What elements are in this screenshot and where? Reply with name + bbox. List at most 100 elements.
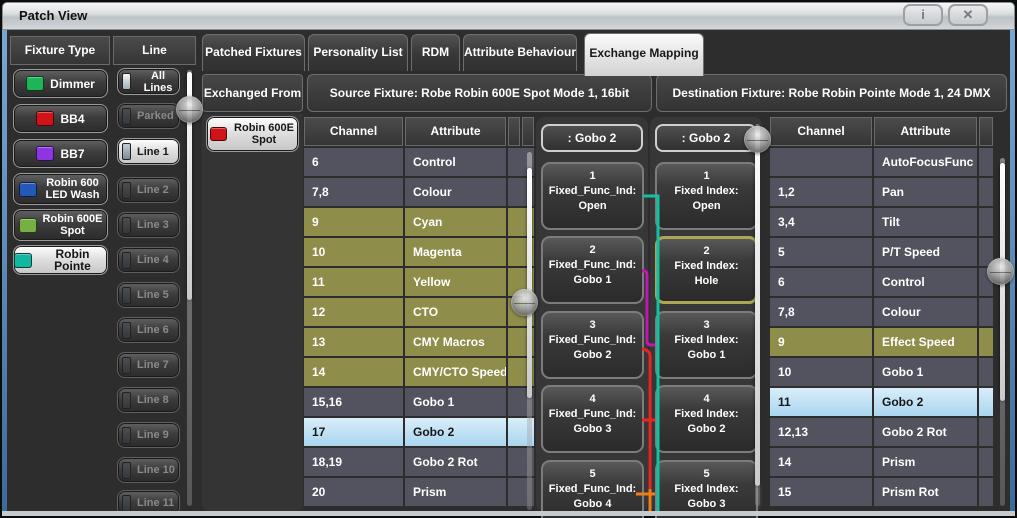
dest-table-row[interactable]: 3,4 Tilt [770,208,993,236]
line-5[interactable]: Line 5 [117,282,180,308]
exchanged-from-robin-600e-spot[interactable]: Robin 600E Spot [206,116,299,152]
source-function-item[interactable]: 1 Fixed_Func_Ind: Open [541,162,644,230]
source-function-item[interactable]: 3 Fixed_Func_Ind: Gobo 2 [541,311,644,379]
source-functions-header[interactable]: : Gobo 2 [541,124,643,152]
source-table-row[interactable]: 13 CMY Macros [304,328,534,356]
attribute-cell: Gobo 1 [405,388,506,416]
line-3[interactable]: Line 3 [117,212,180,238]
fixture-color-swatch [18,181,37,197]
fixture-type-bb4[interactable]: BB4 [13,104,108,133]
tab-rdm[interactable]: RDM [411,34,460,71]
attribute-cell: Control [874,268,977,296]
window-frame-left [2,30,7,511]
source-extra-header [508,117,520,146]
source-table-row[interactable]: 15,16 Gobo 1 [304,388,534,416]
dest-table-row[interactable]: 9 Effect Speed [770,328,993,356]
source-function-item[interactable]: 4 Fixed_Func_Ind: Gobo 3 [541,385,644,453]
dest-table-row[interactable]: 15 Prism Rot [770,478,993,506]
line-all-lines[interactable]: All Lines [117,68,180,95]
line-label: Line 9 [137,429,169,441]
dest-table-row[interactable]: 14 Prism [770,448,993,476]
source-table-row[interactable]: 11 Yellow [304,268,534,296]
fixture-type-dimmer[interactable]: Dimmer [13,69,108,98]
source-table-row[interactable]: 18,19 Gobo 2 Rot [304,448,534,476]
source-function-item[interactable]: 2 Fixed_Func_Ind: Gobo 1 [541,236,644,304]
function-label: Fixed_Func_Ind: [548,483,637,495]
dest-functions-header[interactable]: : Gobo 2 [655,124,757,152]
dest-table-row[interactable]: 6 Control [770,268,993,296]
fixture-type-robin-600e-spot[interactable]: Robin 600E Spot [13,209,108,241]
line-2[interactable]: Line 2 [117,177,180,203]
source-table-row[interactable]: 6 Control [304,148,534,176]
fixture-type-robin-600-led-wash[interactable]: Robin 600 LED Wash [13,173,108,205]
tab-exchange-mapping[interactable]: Exchange Mapping [584,33,704,76]
attribute-cell: Gobo 2 [874,388,977,416]
dest-function-item[interactable]: 4 Fixed Index: Gobo 2 [655,385,758,453]
source-table-row[interactable]: 7,8 Colour [304,178,534,206]
source-function-item[interactable]: 5 Fixed_Func_Ind: Gobo 4 [541,460,644,518]
tab-personality-list[interactable]: Personality List [308,34,408,71]
source-scrollbar-thumb[interactable] [527,168,532,398]
dest-functions-scrollbar-handle[interactable] [744,126,771,153]
fixture-type-bb7[interactable]: BB7 [13,139,108,168]
channel-cell: 5 [770,238,872,266]
function-number: 5 [703,468,710,480]
dest-function-item[interactable]: 5 Fixed Index: Gobo 3 [655,460,758,518]
line-10[interactable]: Line 10 [117,457,180,483]
dest-table-row[interactable]: 10 Gobo 1 [770,358,993,386]
dest-table-row-selected[interactable]: 11 Gobo 2 [770,388,993,416]
dest-scrollbar-handle[interactable] [987,258,1014,285]
fixture-color-swatch [26,76,45,91]
line-parked[interactable]: Parked [117,103,180,129]
tab-patched-fixtures[interactable]: Patched Fixtures [202,34,305,71]
line-label: All Lines [143,69,173,94]
dest-extra-header [979,117,993,146]
line-9[interactable]: Line 9 [117,422,180,448]
line-4[interactable]: Line 4 [117,247,180,273]
dest-function-item[interactable]: 1 Fixed Index: Open [655,162,758,230]
source-table-row[interactable]: 12 CTO [304,298,534,326]
line-scrollbar-handle[interactable] [176,96,203,123]
dest-table-row[interactable]: AutoFocusFunc [770,148,993,176]
channel-cell: 11 [304,268,403,296]
line-indicator [122,286,131,304]
source-table-row[interactable]: 10 Magenta [304,238,534,266]
close-button[interactable]: ✕ [948,4,988,26]
source-table-row[interactable]: 9 Cyan [304,208,534,236]
window-title: Patch View [19,8,88,23]
attribute-cell: CMY Macros [405,328,506,356]
dest-functions-scrollbar-thumb[interactable] [755,126,760,486]
line-6[interactable]: Line 6 [117,317,180,343]
channel-cell: 18,19 [304,448,403,476]
fixture-type-robin-pointe[interactable]: Robin Pointe [13,245,108,275]
source-table-row[interactable]: 14 CMY/CTO Speed [304,358,534,386]
dest-table-row[interactable]: 7,8 Colour [770,298,993,326]
source-table-row-selected[interactable]: 17 Gobo 2 [304,418,534,446]
tab-attribute-behaviour[interactable]: Attribute Behaviour [463,34,577,71]
dest-table-row[interactable]: 1,2 Pan [770,178,993,206]
dest-function-item-highlighted[interactable]: 2 Fixed Index: Hole [655,236,758,304]
line-7[interactable]: Line 7 [117,352,180,378]
dest-function-item[interactable]: 3 Fixed Index: Gobo 1 [655,311,758,379]
info-button[interactable]: i [903,4,943,26]
fixture-color-swatch [18,217,37,233]
attribute-cell: Prism [405,478,506,506]
line-label: Line 3 [137,219,169,231]
line-1[interactable]: Line 1 [117,138,180,165]
source-table-row[interactable]: 20 Prism [304,478,534,506]
extra-cell [979,478,993,506]
channel-cell: 14 [770,448,872,476]
function-value: Gobo 2 [687,423,726,435]
title-bar[interactable]: Patch View [2,2,1015,30]
function-number: 5 [589,468,596,480]
dest-table-row[interactable]: 12,13 Gobo 2 Rot [770,418,993,446]
line-8[interactable]: Line 8 [117,387,180,413]
line-label: Line 10 [137,464,175,476]
dest-table-row[interactable]: 5 P/T Speed [770,238,993,266]
channel-cell: 13 [304,328,403,356]
line-indicator [122,356,131,374]
destination-fixture-header: Destination Fixture: Robe Robin Pointe M… [656,74,1007,112]
source-scrollbar-handle[interactable] [511,289,538,316]
fixture-label: Robin 600 LED Wash [45,177,100,201]
dest-channel-header: Channel [770,117,872,146]
